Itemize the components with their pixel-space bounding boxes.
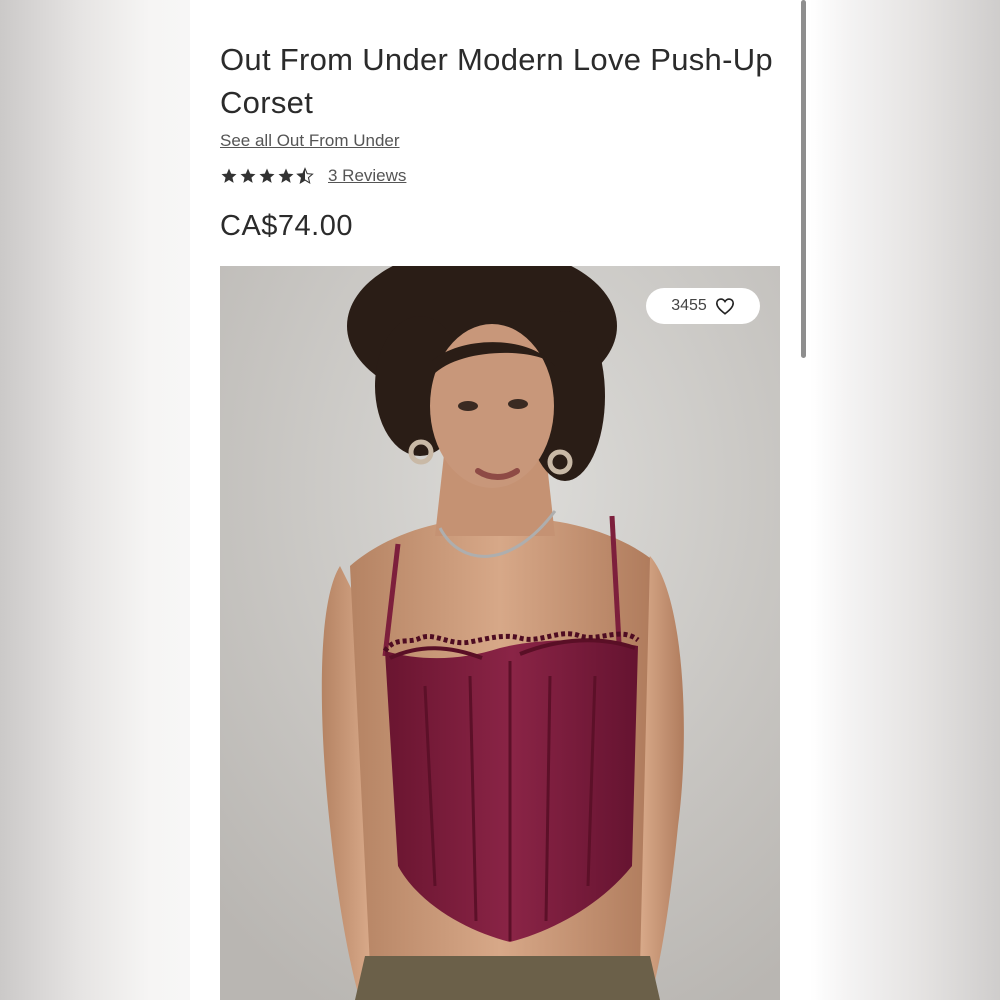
see-all-brand-link[interactable]: See all Out From Under bbox=[220, 131, 400, 151]
model-illustration bbox=[220, 266, 780, 1000]
product-photo[interactable] bbox=[220, 266, 780, 1000]
product-price: CA$74.00 bbox=[220, 210, 353, 242]
rating-row: 3 Reviews bbox=[220, 166, 406, 186]
star-rating[interactable] bbox=[220, 167, 314, 185]
page-background-right bbox=[810, 0, 1000, 1000]
reviews-link[interactable]: 3 Reviews bbox=[328, 166, 406, 186]
star-full-icon bbox=[278, 168, 294, 183]
scrollbar[interactable] bbox=[801, 0, 806, 358]
star-full-icon bbox=[259, 168, 275, 183]
star-full-icon bbox=[240, 168, 256, 183]
star-half-icon bbox=[296, 167, 314, 184]
heart-outline-icon bbox=[715, 298, 734, 315]
star-full-icon bbox=[221, 168, 237, 183]
favorite-count: 3455 bbox=[671, 297, 707, 314]
favorite-button[interactable]: 3455 bbox=[646, 288, 760, 324]
product-title: Out From Under Modern Love Push-Up Corse… bbox=[220, 42, 773, 120]
